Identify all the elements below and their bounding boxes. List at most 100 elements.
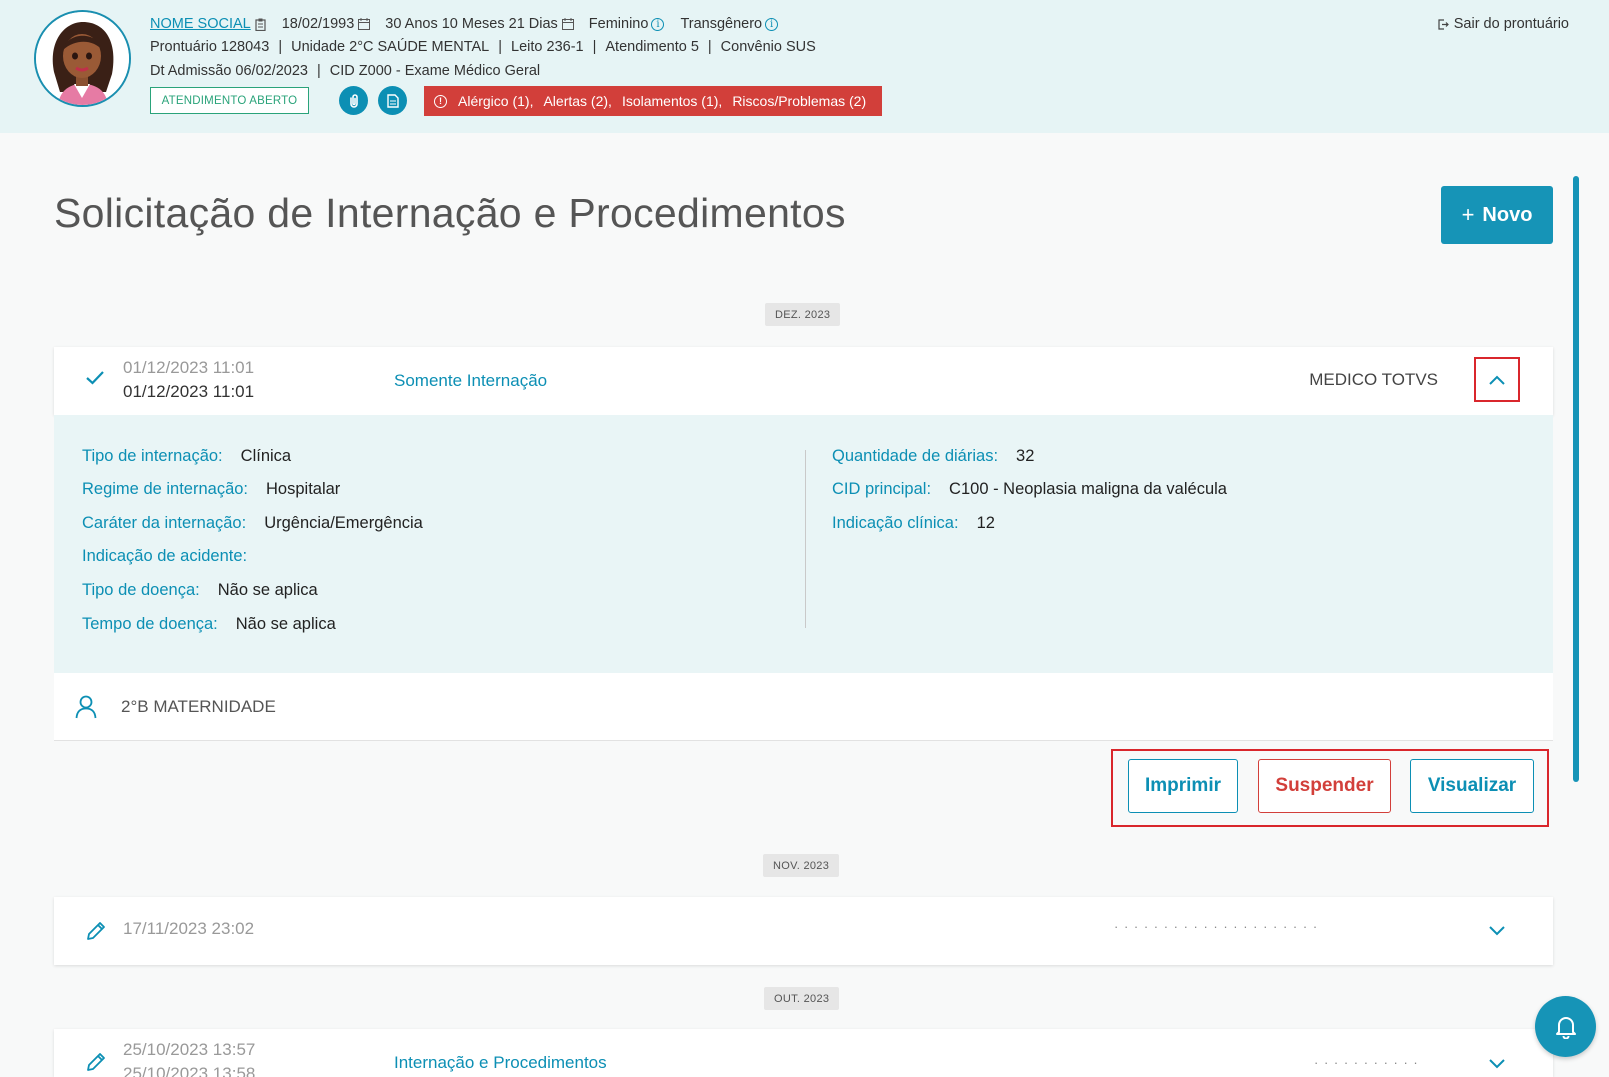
details-divider: [805, 450, 806, 628]
notifications-button[interactable]: [1535, 996, 1596, 1057]
collapse-button[interactable]: [1474, 357, 1520, 402]
detail-value: C100 - Neoplasia maligna da valécula: [949, 480, 1227, 498]
expand-button[interactable]: [1474, 908, 1520, 953]
detail-value: 12: [976, 514, 995, 532]
status-badge: ATENDIMENTO ABERTO: [150, 87, 309, 114]
suspend-button[interactable]: Suspender: [1258, 759, 1391, 813]
alert-risks[interactable]: Riscos/Problemas (2): [732, 93, 866, 109]
document-button[interactable]: [378, 86, 407, 115]
admission-date: Dt Admissão 06/02/2023: [150, 63, 308, 79]
detail-row: Regime de internação: Hospitalar: [82, 480, 340, 499]
detail-label: Tipo de doença:: [82, 581, 200, 599]
detail-value: Clínica: [240, 447, 292, 465]
logout-link[interactable]: Sair do prontuário: [1438, 16, 1569, 32]
patient-header: NOME SOCIAL 18/02/1993 30 Anos 10 Meses …: [0, 0, 1609, 133]
calendar-icon: [358, 18, 371, 30]
request-created-date: 25/10/2023 13:57: [123, 1040, 256, 1059]
patient-avatar: [34, 10, 131, 107]
request-card[interactable]: 25/10/2023 13:57 25/10/2023 13:58 Intern…: [54, 1029, 1553, 1077]
detail-value: Urgência/Emergência: [264, 514, 423, 532]
chevron-up-icon: [1489, 375, 1505, 385]
detail-row: Tipo de internação: Clínica: [82, 447, 291, 466]
detail-row: Caráter da internação: Urgência/Emergênci…: [82, 514, 423, 533]
alert-isolations[interactable]: Isolamentos (1),: [622, 93, 722, 109]
request-updated-date: 25/10/2023 13:58: [123, 1064, 256, 1077]
request-doctor: · · · · · · · · · · · · · · · · · · · · …: [1114, 919, 1319, 934]
request-doctor: · · · · · · · · · · ·: [1314, 1055, 1419, 1070]
logout-label[interactable]: Sair do prontuário: [1454, 16, 1569, 32]
attachment-button[interactable]: [339, 86, 368, 115]
pencil-icon: [87, 1053, 105, 1071]
alert-allergic[interactable]: Alérgico (1),: [458, 93, 533, 109]
request-doctor: MEDICO TOTVS: [1309, 370, 1438, 389]
clipboard-icon[interactable]: [255, 18, 266, 32]
bell-icon: [1555, 1016, 1576, 1039]
detail-value: Não se aplica: [217, 581, 318, 599]
patient-age: 30 Anos 10 Meses 21 Dias: [385, 16, 558, 32]
alert-icon: !: [434, 94, 447, 108]
detail-label: Caráter da internação:: [82, 514, 247, 532]
view-button[interactable]: Visualizar: [1410, 759, 1534, 813]
detail-value: Não se aplica: [235, 615, 336, 633]
logout-icon: [1438, 18, 1449, 30]
detail-label: Indicação de acidente:: [82, 547, 248, 565]
patient-line-1: NOME SOCIAL 18/02/1993 30 Anos 10 Meses …: [150, 16, 779, 32]
plus-icon: +: [1461, 202, 1475, 227]
vertical-scrollbar[interactable]: [1573, 176, 1579, 782]
expand-button[interactable]: [1474, 1041, 1520, 1077]
social-name-link[interactable]: NOME SOCIAL: [150, 16, 251, 32]
chevron-down-icon: [1489, 1058, 1505, 1068]
request-updated-date: 01/12/2023 11:01: [123, 382, 255, 401]
detail-label: Tipo de internação:: [82, 447, 223, 465]
paperclip-icon: [349, 93, 358, 108]
requesting-unit-row: 2°B MATERNIDADE: [54, 673, 1553, 741]
request-card[interactable]: 17/11/2023 23:02 · · · · · · · · · · · ·…: [54, 897, 1553, 965]
detail-label: CID principal:: [832, 480, 932, 498]
detail-row: Tipo de doença: Não se aplica: [82, 581, 318, 600]
patient-line-2: Prontuário 128043 | Unidade 2°C SAÚDE ME…: [150, 39, 816, 55]
detail-row: Tempo de doença: Não se aplica: [82, 615, 336, 634]
user-icon: [75, 695, 97, 719]
detail-row: CID principal: C100 - Neoplasia maligna d…: [832, 480, 1227, 499]
chevron-down-icon: [1489, 925, 1505, 935]
detail-label: Indicação clínica:: [832, 514, 959, 532]
info-icon[interactable]: i: [651, 17, 665, 31]
alert-alerts[interactable]: Alertas (2),: [543, 93, 611, 109]
patient-gender: Transgênero: [680, 16, 763, 32]
detail-row: Indicação clínica: 12: [832, 514, 995, 533]
request-type: Internação e Procedimentos: [394, 1053, 607, 1072]
patient-line-3: Dt Admissão 06/02/2023 | CID Z000 - Exam…: [150, 63, 541, 79]
birth-date: 18/02/1993: [281, 16, 355, 32]
request-card[interactable]: 01/12/2023 11:01 01/12/2023 11:01 Soment…: [54, 347, 1553, 415]
month-divider: DEZ. 2023: [765, 303, 841, 326]
calendar-icon: [561, 18, 574, 30]
month-divider: NOV. 2023: [763, 854, 840, 877]
new-request-button[interactable]: + Novo: [1441, 186, 1553, 244]
patient-bed: Leito 236-1: [511, 39, 584, 55]
request-created-date: 17/11/2023 23:02: [123, 919, 255, 938]
detail-label: Tempo de doença:: [82, 615, 218, 633]
requesting-unit: 2°B MATERNIDADE: [121, 697, 276, 716]
patient-attendance: Atendimento 5: [605, 39, 699, 55]
detail-value: 32: [1016, 447, 1035, 465]
request-type: Somente Internação: [394, 371, 548, 390]
alerts-bar[interactable]: ! Alérgico (1), Alertas (2), Isolamentos…: [424, 86, 882, 116]
request-created-date: 01/12/2023 11:01: [123, 358, 255, 377]
new-button-label: Novo: [1482, 203, 1533, 226]
detail-label: Regime de internação:: [82, 480, 249, 498]
detail-label: Quantidade de diárias:: [832, 447, 999, 465]
record-number: Prontuário 128043: [150, 39, 270, 55]
check-icon: [86, 371, 104, 385]
print-button[interactable]: Imprimir: [1128, 759, 1238, 813]
request-details: Tipo de internação: Clínica Regime de int…: [54, 415, 1553, 673]
patient-unit: Unidade 2°C SAÚDE MENTAL: [291, 39, 490, 55]
detail-value: Hospitalar: [266, 480, 341, 498]
patient-cid: CID Z000 - Exame Médico Geral: [329, 63, 541, 79]
document-icon: [386, 93, 399, 108]
page-title: Solicitação de Internação e Procedimento…: [54, 190, 846, 236]
patient-insurance: Convênio SUS: [720, 39, 816, 55]
month-divider: OUT. 2023: [764, 987, 840, 1010]
patient-sex: Feminino: [588, 16, 649, 32]
info-icon[interactable]: i: [765, 17, 779, 31]
detail-row: Quantidade de diárias: 32: [832, 447, 1034, 466]
